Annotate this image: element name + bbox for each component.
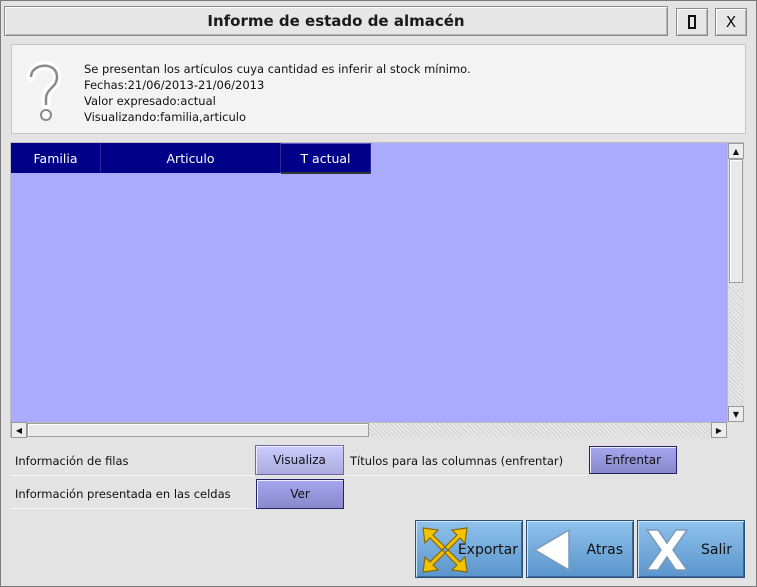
column-header-articulo[interactable]: Articulo — [101, 143, 281, 173]
export-label: Exportar — [457, 542, 518, 558]
scroll-down-button[interactable]: ▼ — [728, 406, 744, 422]
scroll-up-button[interactable]: ▲ — [728, 143, 744, 159]
scroll-right-button[interactable]: ▶ — [711, 422, 727, 438]
vertical-scrollbar[interactable]: ▲ ▼ — [727, 143, 744, 422]
close-button[interactable]: X — [715, 8, 747, 36]
close-icon: X — [725, 13, 737, 31]
back-button[interactable]: Atras — [526, 520, 634, 578]
ver-button[interactable]: Ver — [256, 479, 344, 509]
info-value: Valor expresado:actual — [84, 94, 216, 108]
horizontal-scrollbar[interactable]: ◀ ▶ — [11, 422, 727, 438]
rows-info-label: Información de filas — [11, 446, 254, 476]
back-arrow-icon — [533, 528, 570, 572]
visualiza-button[interactable]: Visualiza — [255, 445, 344, 475]
window-title: Informe de estado de almacén — [207, 12, 465, 30]
export-button[interactable]: Exportar — [415, 520, 523, 578]
vertical-scroll-thumb[interactable] — [729, 159, 743, 283]
report-grid[interactable]: Familia Articulo T actual ▲ ▼ ◀ ▶ — [10, 142, 744, 438]
column-titles-label: Títulos para las columnas (enfrentar) — [346, 446, 586, 476]
grid-body[interactable]: Familia Articulo T actual — [11, 143, 727, 422]
exit-button[interactable]: Salir — [637, 520, 745, 578]
back-label: Atras — [586, 542, 623, 558]
maximize-button[interactable] — [676, 8, 708, 36]
maximize-icon — [688, 15, 696, 29]
info-panel: Se presentan los artículos cuya cantidad… — [11, 44, 746, 134]
info-view: Visualizando:familia,articulo — [84, 110, 247, 124]
info-dates: Fechas:21/06/2013-21/06/2013 — [84, 78, 265, 92]
scroll-left-button[interactable]: ◀ — [11, 422, 27, 438]
exit-label: Salir — [700, 542, 732, 558]
vertical-scroll-track[interactable] — [729, 283, 743, 406]
enfrentar-button[interactable]: Enfrentar — [589, 446, 677, 474]
cells-info-label: Información presentada en las celdas — [11, 479, 254, 509]
question-icon — [26, 61, 62, 121]
column-header-familia[interactable]: Familia — [11, 143, 101, 173]
horizontal-scroll-track[interactable] — [369, 423, 711, 437]
exit-x-icon — [645, 529, 689, 571]
column-header-t-actual[interactable]: T actual — [281, 143, 371, 174]
scroll-corner — [727, 422, 744, 437]
horizontal-scroll-thumb[interactable] — [27, 423, 369, 437]
info-description: Se presentan los artículos cuya cantidad… — [84, 62, 471, 76]
window-title-bar[interactable]: Informe de estado de almacén — [4, 6, 668, 36]
